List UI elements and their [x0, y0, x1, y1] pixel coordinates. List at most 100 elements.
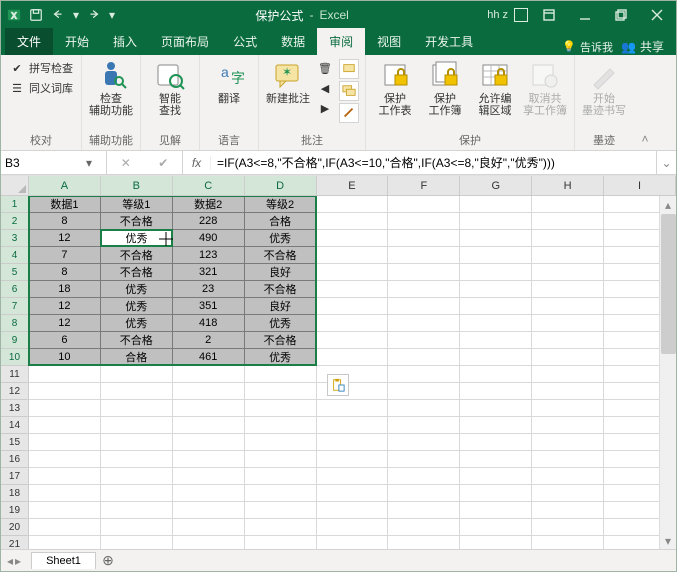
cell-A15[interactable] — [29, 434, 101, 451]
cell-E18[interactable] — [317, 485, 389, 502]
cell-H15[interactable] — [532, 434, 604, 451]
cell-B11[interactable] — [101, 366, 173, 383]
cell-A16[interactable] — [29, 451, 101, 468]
cell-B21[interactable] — [101, 536, 173, 549]
cell-G18[interactable] — [460, 485, 532, 502]
translate-button[interactable]: a字 翻译 — [206, 57, 252, 105]
cell-C4[interactable]: 123 — [173, 247, 245, 264]
row-header-15[interactable]: 15 — [1, 434, 29, 451]
cell-G6[interactable] — [460, 281, 532, 298]
collapse-ribbon-button[interactable]: ˄ — [633, 55, 657, 150]
cell-A11[interactable] — [29, 366, 101, 383]
row-header-10[interactable]: 10 — [1, 349, 29, 366]
cell-H10[interactable] — [532, 349, 604, 366]
cell-F14[interactable] — [388, 417, 460, 434]
cell-E14[interactable] — [317, 417, 389, 434]
share-button[interactable]: 👥共享 — [621, 38, 664, 55]
tab-formulas[interactable]: 公式 — [221, 28, 269, 55]
cell-B12[interactable] — [101, 383, 173, 400]
cell-B6[interactable]: 优秀 — [101, 281, 173, 298]
cell-A5[interactable]: 8 — [29, 264, 101, 281]
check-accessibility-button[interactable]: 检查辅助功能 — [88, 57, 134, 117]
active-cell[interactable]: 优秀 — [100, 229, 173, 247]
cell-D7[interactable]: 良好 — [245, 298, 317, 315]
cell-G17[interactable] — [460, 468, 532, 485]
user-account[interactable]: hh z — [487, 8, 528, 22]
qat-customize[interactable]: ▾ — [107, 6, 117, 24]
cell-A2[interactable]: 8 — [29, 213, 101, 230]
cell-G13[interactable] — [460, 400, 532, 417]
cell-B1[interactable]: 等级1 — [101, 196, 173, 213]
cell-E10[interactable] — [317, 349, 389, 366]
cell-A14[interactable] — [29, 417, 101, 434]
cell-B16[interactable] — [101, 451, 173, 468]
cell-D3[interactable]: 优秀 — [245, 230, 317, 247]
cell-F9[interactable] — [388, 332, 460, 349]
cell-H13[interactable] — [532, 400, 604, 417]
cell-B19[interactable] — [101, 502, 173, 519]
cell-G8[interactable] — [460, 315, 532, 332]
cell-A21[interactable] — [29, 536, 101, 549]
tab-layout[interactable]: 页面布局 — [149, 28, 221, 55]
cell-B4[interactable]: 不合格 — [101, 247, 173, 264]
cell-F12[interactable] — [388, 383, 460, 400]
show-ink-button[interactable] — [339, 103, 359, 123]
row-header-5[interactable]: 5 — [1, 264, 29, 281]
cell-A20[interactable] — [29, 519, 101, 536]
cell-C11[interactable] — [173, 366, 245, 383]
cell-A6[interactable]: 18 — [29, 281, 101, 298]
close-button[interactable] — [642, 4, 672, 26]
cell-D11[interactable] — [245, 366, 317, 383]
cell-G10[interactable] — [460, 349, 532, 366]
cell-H21[interactable] — [532, 536, 604, 549]
cell-E1[interactable] — [317, 196, 389, 213]
cell-C7[interactable]: 351 — [173, 298, 245, 315]
cell-C16[interactable] — [173, 451, 245, 468]
cell-D21[interactable] — [245, 536, 317, 549]
cell-A19[interactable] — [29, 502, 101, 519]
cell-C8[interactable]: 418 — [173, 315, 245, 332]
cell-B14[interactable] — [101, 417, 173, 434]
cell-B2[interactable]: 不合格 — [101, 213, 173, 230]
column-header-C[interactable]: C — [173, 176, 245, 195]
cell-C9[interactable]: 2 — [173, 332, 245, 349]
cell-H16[interactable] — [532, 451, 604, 468]
row-header-13[interactable]: 13 — [1, 400, 29, 417]
protect-workbook-button[interactable]: 保护工作簿 — [422, 57, 468, 117]
column-header-E[interactable]: E — [317, 176, 389, 195]
cell-H19[interactable] — [532, 502, 604, 519]
expand-formula-bar[interactable]: ⌄ — [656, 151, 676, 174]
row-header-1[interactable]: 1 — [1, 196, 29, 213]
cell-E6[interactable] — [317, 281, 389, 298]
cell-H17[interactable] — [532, 468, 604, 485]
show-comment-button[interactable] — [339, 59, 359, 79]
cell-H6[interactable] — [532, 281, 604, 298]
cell-E17[interactable] — [317, 468, 389, 485]
cell-H7[interactable] — [532, 298, 604, 315]
cell-F20[interactable] — [388, 519, 460, 536]
cell-E13[interactable] — [317, 400, 389, 417]
cell-D15[interactable] — [245, 434, 317, 451]
cell-D16[interactable] — [245, 451, 317, 468]
protect-sheet-button[interactable]: 保护工作表 — [372, 57, 418, 117]
cell-E3[interactable] — [317, 230, 389, 247]
cell-G20[interactable] — [460, 519, 532, 536]
cell-E20[interactable] — [317, 519, 389, 536]
name-box[interactable]: ▾ — [1, 151, 107, 174]
cell-D1[interactable]: 等级2 — [245, 196, 317, 213]
cell-F11[interactable] — [388, 366, 460, 383]
cell-G3[interactable] — [460, 230, 532, 247]
cell-E15[interactable] — [317, 434, 389, 451]
row-header-20[interactable]: 20 — [1, 519, 29, 536]
worksheet-grid[interactable]: ABCDEFGHI ▴ ▾ 1数据1等级1数据2等级228不合格228合格312… — [1, 175, 676, 549]
cell-G1[interactable] — [460, 196, 532, 213]
cell-A17[interactable] — [29, 468, 101, 485]
cell-H9[interactable] — [532, 332, 604, 349]
cell-D17[interactable] — [245, 468, 317, 485]
cell-G16[interactable] — [460, 451, 532, 468]
cell-B13[interactable] — [101, 400, 173, 417]
cell-B15[interactable] — [101, 434, 173, 451]
cell-E2[interactable] — [317, 213, 389, 230]
cell-B10[interactable]: 合格 — [101, 349, 173, 366]
cell-C14[interactable] — [173, 417, 245, 434]
